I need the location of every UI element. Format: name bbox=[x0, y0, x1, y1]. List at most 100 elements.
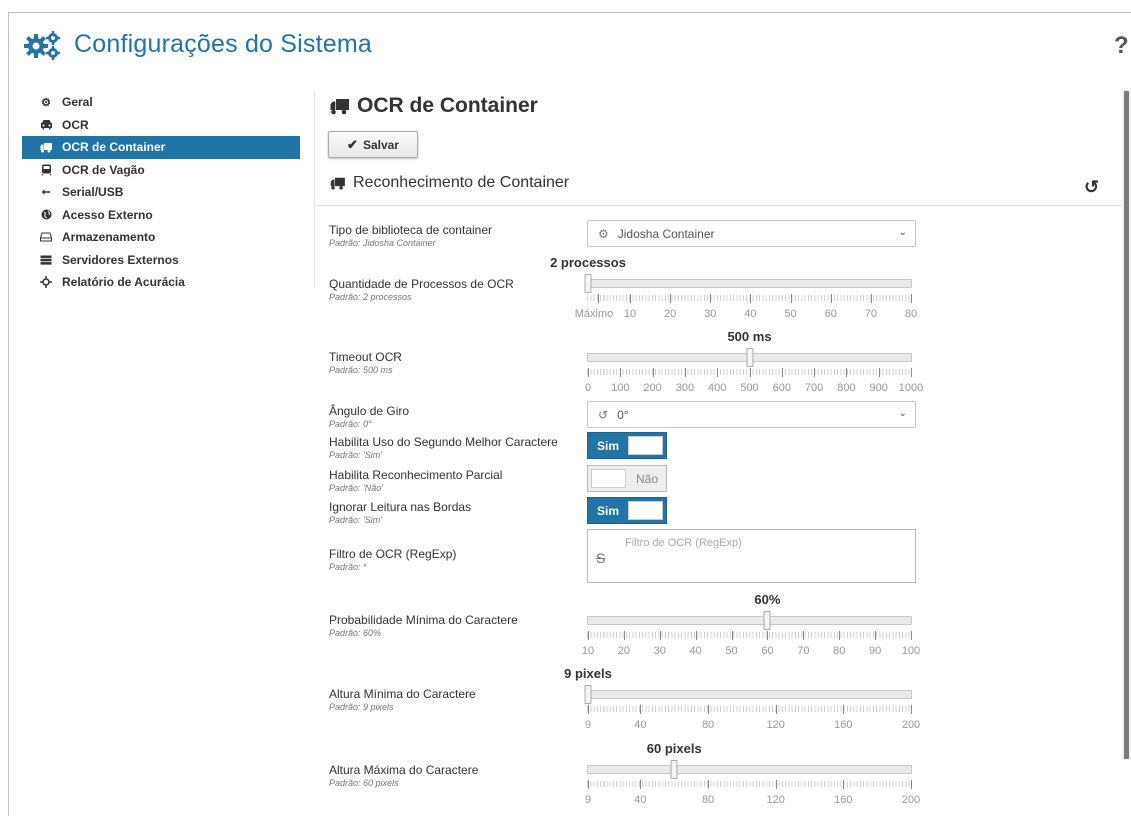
timeout-major-tick bbox=[846, 368, 848, 377]
timeout-major-tick bbox=[652, 368, 654, 377]
reset-icon[interactable]: ↺ bbox=[1084, 177, 1099, 198]
timeout-tick-label: 300 bbox=[675, 382, 695, 394]
max_height-tick-label: 9 bbox=[584, 794, 592, 806]
library-select-value: Jidosha Container bbox=[617, 226, 715, 241]
probability-tick-label: 10 bbox=[581, 645, 595, 657]
truck-icon bbox=[330, 98, 349, 114]
sidebar-item-armazenamento[interactable]: Armazenamento bbox=[22, 226, 300, 249]
min-height-label: Altura Mínima do Caractere Padrão: 9 pix… bbox=[329, 687, 476, 712]
sidebar-item-label: Servidores Externos bbox=[62, 252, 179, 267]
max_height-tick-label: 120 bbox=[766, 794, 785, 806]
library-select[interactable]: ⚙ Jidosha Container ⌄ bbox=[587, 220, 916, 247]
section-divider bbox=[316, 205, 1131, 206]
max_height-minor-ticks bbox=[587, 781, 912, 787]
processes-default: Padrão: 2 processos bbox=[329, 292, 412, 302]
partial-label: Habilita Reconhecimento Parcial Padrão: … bbox=[329, 468, 502, 493]
max_height-value-label: 60 pixels bbox=[646, 741, 702, 756]
sidebar-item-label: OCR de Container bbox=[62, 140, 166, 155]
save-button[interactable]: ✔ Salvar bbox=[328, 131, 418, 158]
processes-major-tick bbox=[710, 294, 712, 303]
max_height-major-tick bbox=[588, 780, 589, 789]
sidebar-item-ocr[interactable]: OCR bbox=[22, 114, 300, 137]
angle-label: Ângulo de Giro Padrão: 0° bbox=[329, 404, 409, 429]
probability-major-tick bbox=[623, 631, 625, 640]
probability-tick-label: 80 bbox=[833, 645, 846, 657]
sidebar-item-label: Relatório de Acurácia bbox=[62, 275, 185, 290]
sidebar-item-relatorio-acuracia[interactable]: Relatório de Acurácia bbox=[22, 271, 300, 294]
timeout-tick-label: 200 bbox=[643, 382, 662, 394]
processes-track bbox=[587, 279, 912, 288]
sidebar-item-label: Serial/USB bbox=[62, 185, 124, 200]
timeout-major-tick bbox=[717, 368, 719, 377]
probability-handle[interactable] bbox=[763, 611, 771, 630]
timeout-handle[interactable] bbox=[746, 348, 753, 367]
rotate-icon: ↺ bbox=[598, 407, 609, 422]
processes-handle[interactable] bbox=[584, 274, 592, 293]
timeout-tick-label: 700 bbox=[804, 382, 824, 394]
min_height-major-tick bbox=[708, 705, 710, 714]
timeout-tick-label: 800 bbox=[837, 382, 856, 394]
borders-default: Padrão: 'Sim' bbox=[329, 515, 382, 525]
processes-major-tick bbox=[870, 294, 872, 303]
processes-major-tick bbox=[830, 294, 832, 303]
second-best-toggle[interactable]: Sim bbox=[587, 432, 667, 459]
cogs-icon: ⚙ bbox=[41, 96, 51, 109]
hdd-icon bbox=[39, 230, 53, 244]
processes-tick-label: 70 bbox=[864, 308, 877, 320]
min-height-label-text: Altura Mínima do Caractere bbox=[329, 687, 476, 701]
processes-tick-label: 50 bbox=[784, 308, 797, 320]
max_height-major-tick bbox=[640, 780, 642, 789]
probability-label: Probabilidade Mínima do Caractere Padrão… bbox=[329, 613, 518, 638]
toggle-knob bbox=[628, 436, 663, 455]
toggle-state: Não bbox=[636, 472, 659, 486]
sidebar-item-geral[interactable]: ⚙ Geral bbox=[22, 91, 300, 114]
min_height-tick-label: 160 bbox=[834, 719, 853, 731]
probability-major-tick bbox=[803, 631, 805, 640]
processes-major-tick bbox=[911, 294, 912, 303]
probability-major-tick bbox=[588, 631, 589, 640]
min_height-major-tick bbox=[775, 705, 777, 714]
borders-toggle[interactable]: Sim bbox=[587, 497, 667, 524]
min-height-default: Padrão: 9 pixels bbox=[329, 702, 394, 712]
timeout-major-tick bbox=[620, 368, 622, 377]
processes-major-tick bbox=[670, 294, 672, 303]
partial-toggle[interactable]: Não bbox=[587, 465, 667, 492]
max_height-tick-label: 40 bbox=[634, 794, 647, 806]
probability-major-tick bbox=[695, 631, 697, 640]
probability-tick-label: 60 bbox=[761, 645, 774, 657]
second-best-default: Padrão: 'Sim' bbox=[329, 450, 382, 460]
max-height-label-text: Altura Máxima do Caractere bbox=[329, 763, 479, 777]
sidebar-item-ocr-vagao[interactable]: OCR de Vagão bbox=[22, 159, 300, 182]
section-title-text: OCR de Container bbox=[357, 94, 538, 117]
scrollbar-thumb[interactable] bbox=[1124, 91, 1129, 759]
library-default: Padrão: Jidosha Container bbox=[329, 238, 436, 248]
sidebar-item-serial-usb[interactable]: ⭠ Serial/USB bbox=[22, 181, 300, 204]
timeout-tick-label: 1000 bbox=[898, 382, 924, 394]
min_height-minor-ticks bbox=[587, 706, 912, 712]
section-title: OCR de Container bbox=[330, 94, 538, 118]
toggle-knob bbox=[628, 501, 663, 520]
min_height-major-tick bbox=[911, 705, 912, 714]
min_height-handle[interactable] bbox=[584, 685, 592, 704]
help-icon[interactable]: ? bbox=[1114, 32, 1129, 60]
regex-input[interactable]: Filtro de OCR (RegExp) S bbox=[587, 529, 916, 583]
processes-tick-label: 80 bbox=[904, 308, 918, 320]
timeout-default: Padrão: 500 ms bbox=[329, 365, 393, 375]
probability-minor-ticks bbox=[587, 632, 912, 638]
strikethrough-icon: S bbox=[596, 550, 606, 566]
max_height-major-tick bbox=[708, 780, 710, 789]
timeout-label-text: Timeout OCR bbox=[329, 350, 402, 364]
angle-select[interactable]: ↺ 0° ⌄ bbox=[587, 401, 916, 428]
sidebar-item-acesso-externo[interactable]: Acesso Externo bbox=[22, 204, 300, 227]
sidebar-item-servidores-externos[interactable]: Servidores Externos bbox=[22, 249, 300, 272]
probability-tick-label: 20 bbox=[617, 645, 630, 657]
regex-label: Filtro de OCR (RegExp) Padrão: * bbox=[329, 547, 456, 572]
timeout-major-tick bbox=[781, 368, 783, 377]
probability-tick-label: 100 bbox=[901, 645, 921, 657]
subsection-title-text: Reconhecimento de Container bbox=[353, 174, 570, 191]
timeout-tick-label: 400 bbox=[708, 382, 727, 394]
sidebar-item-ocr-container[interactable]: OCR de Container bbox=[22, 136, 300, 159]
processes-major-tick bbox=[630, 294, 631, 303]
truck-icon bbox=[39, 140, 53, 154]
max_height-handle[interactable] bbox=[670, 760, 678, 779]
